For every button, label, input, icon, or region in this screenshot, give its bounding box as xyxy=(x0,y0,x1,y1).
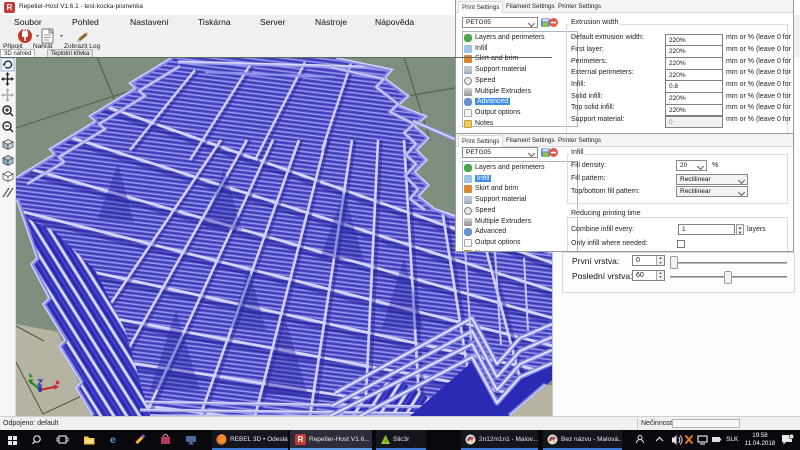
svg-text:e: e xyxy=(110,434,116,446)
